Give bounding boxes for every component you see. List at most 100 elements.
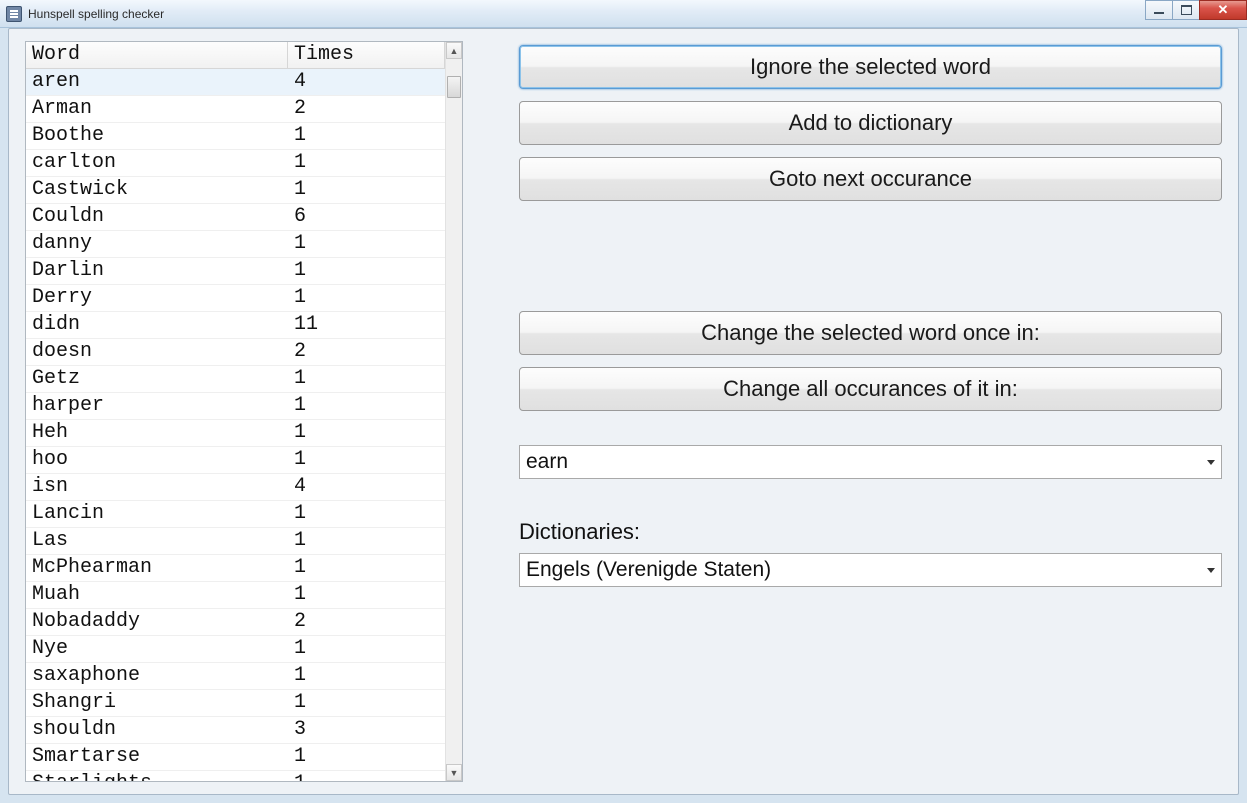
table-row[interactable]: Arman2 [26,96,445,123]
table-row[interactable]: Las1 [26,528,445,555]
add-dictionary-button[interactable]: Add to dictionary [519,101,1222,145]
table-row[interactable]: Getz1 [26,366,445,393]
table-row[interactable]: Smartarse1 [26,744,445,771]
cell-word: Smartarse [26,744,288,770]
dictionaries-value: Engels (Verenigde Staten) [526,558,771,582]
chevron-down-icon [1207,460,1215,465]
scroll-down-button[interactable]: ▼ [446,764,462,781]
table-row[interactable]: isn4 [26,474,445,501]
table-row[interactable]: danny1 [26,231,445,258]
table-row[interactable]: didn11 [26,312,445,339]
maximize-button[interactable] [1172,0,1200,20]
cell-times: 3 [288,717,445,743]
cell-word: danny [26,231,288,257]
cell-times: 4 [288,69,445,95]
cell-word: harper [26,393,288,419]
cell-word: Castwick [26,177,288,203]
cell-word: Couldn [26,204,288,230]
table-row[interactable]: Couldn6 [26,204,445,231]
cell-times: 1 [288,150,445,176]
table-row[interactable]: carlton1 [26,150,445,177]
cell-word: Starlights [26,771,288,781]
cell-word: carlton [26,150,288,176]
table-row[interactable]: Heh1 [26,420,445,447]
cell-times: 1 [288,663,445,689]
table-row[interactable]: Nobadaddy2 [26,609,445,636]
dictionaries-combo[interactable]: Engels (Verenigde Staten) [519,553,1222,587]
cell-times: 1 [288,501,445,527]
titlebar: Hunspell spelling checker ✕ [0,0,1247,28]
cell-word: Nye [26,636,288,662]
table-row[interactable]: Darlin1 [26,258,445,285]
cell-word: isn [26,474,288,500]
table-row[interactable]: shouldn3 [26,717,445,744]
client-area: Word Times aren4Arman2Boothe1carlton1Cas… [8,28,1239,795]
ignore-button[interactable]: Ignore the selected word [519,45,1222,89]
suggestion-combo[interactable]: earn [519,445,1222,479]
app-icon [6,6,22,22]
cell-word: shouldn [26,717,288,743]
table-row[interactable]: hoo1 [26,447,445,474]
cell-word: hoo [26,447,288,473]
table-row[interactable]: Starlights1 [26,771,445,781]
change-once-button[interactable]: Change the selected word once in: [519,311,1222,355]
word-list: Word Times aren4Arman2Boothe1carlton1Cas… [25,41,463,782]
cell-times: 1 [288,258,445,284]
cell-word: McPhearman [26,555,288,581]
scroll-thumb[interactable] [447,76,461,98]
cell-times: 1 [288,771,445,781]
suggestion-value: earn [526,450,568,474]
cell-times: 1 [288,123,445,149]
cell-times: 1 [288,366,445,392]
cell-times: 1 [288,744,445,770]
cell-word: Boothe [26,123,288,149]
cell-times: 1 [288,231,445,257]
cell-word: Nobadaddy [26,609,288,635]
table-row[interactable]: McPhearman1 [26,555,445,582]
cell-times: 1 [288,177,445,203]
scroll-up-button[interactable]: ▲ [446,42,462,59]
table-row[interactable]: Derry1 [26,285,445,312]
cell-times: 1 [288,447,445,473]
cell-times: 11 [288,312,445,338]
header-word[interactable]: Word [26,42,288,68]
cell-times: 2 [288,609,445,635]
goto-next-button[interactable]: Goto next occurance [519,157,1222,201]
cell-word: doesn [26,339,288,365]
cell-word: Heh [26,420,288,446]
cell-times: 1 [288,690,445,716]
table-row[interactable]: saxaphone1 [26,663,445,690]
cell-times: 1 [288,636,445,662]
cell-times: 1 [288,528,445,554]
word-list-inner: Word Times aren4Arman2Boothe1carlton1Cas… [26,42,445,781]
cell-times: 2 [288,339,445,365]
table-row[interactable]: Lancin1 [26,501,445,528]
scrollbar[interactable]: ▲ ▼ [445,42,462,781]
dictionaries-label: Dictionaries: [519,519,1222,545]
table-row[interactable]: Shangri1 [26,690,445,717]
table-row[interactable]: harper1 [26,393,445,420]
window-title: Hunspell spelling checker [28,7,164,21]
table-row[interactable]: Muah1 [26,582,445,609]
change-all-button[interactable]: Change all occurances of it in: [519,367,1222,411]
cell-word: didn [26,312,288,338]
cell-word: Derry [26,285,288,311]
minimize-button[interactable] [1145,0,1173,20]
cell-word: Shangri [26,690,288,716]
table-row[interactable]: Castwick1 [26,177,445,204]
cell-times: 1 [288,285,445,311]
controls-panel: Ignore the selected word Add to dictiona… [463,41,1222,782]
table-row[interactable]: Nye1 [26,636,445,663]
cell-times: 1 [288,582,445,608]
close-button[interactable]: ✕ [1199,0,1247,20]
cell-word: Muah [26,582,288,608]
header-times[interactable]: Times [288,42,445,68]
table-row[interactable]: doesn2 [26,339,445,366]
cell-word: Arman [26,96,288,122]
window-controls: ✕ [1146,0,1247,20]
cell-word: aren [26,69,288,95]
table-row[interactable]: Boothe1 [26,123,445,150]
cell-times: 1 [288,393,445,419]
chevron-down-icon [1207,568,1215,573]
table-row[interactable]: aren4 [26,69,445,96]
